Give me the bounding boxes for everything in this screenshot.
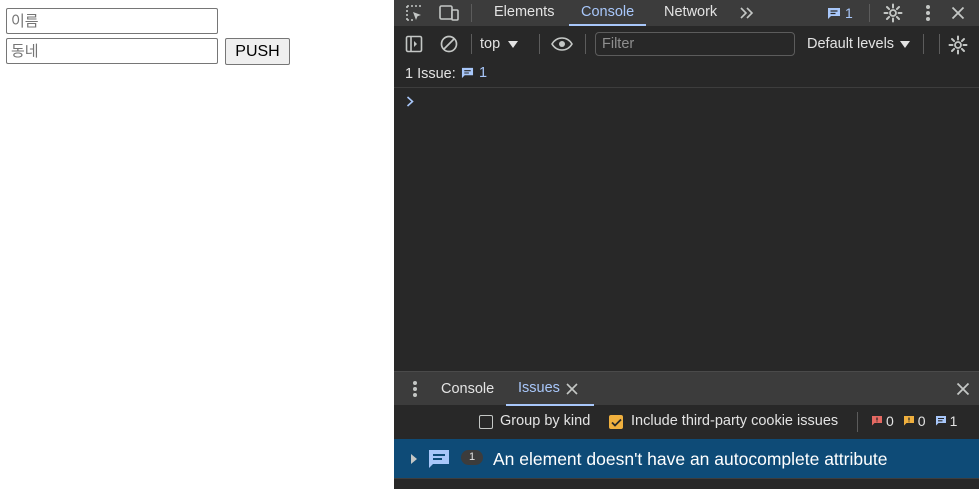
warning-count: 0 [903,413,926,429]
chevron-double-right-icon[interactable] [737,3,757,23]
drawer-tab-issues-label: Issues [518,380,560,396]
toolbar-divider [857,412,858,432]
eye-icon[interactable] [550,34,574,54]
caret-down-icon [508,40,519,48]
name-input[interactable] [6,8,218,34]
caret-down-icon [900,40,911,48]
devtools-panel: Elements Console Network 1 top Filter De… [394,0,979,489]
group-by-kind-checkbox[interactable] [479,415,493,429]
toolbar-divider [869,4,870,22]
context-label: top [480,36,501,52]
drawer-tab-issues[interactable]: Issues [506,372,594,406]
message-icon [828,7,840,19]
console-issues-bar[interactable]: 1 Issue: 1 [394,62,979,88]
drawer-more-vert-icon[interactable] [405,380,425,398]
toolbar-divider [471,4,472,22]
warning-badge-icon [903,416,914,426]
log-levels-label: Default levels [807,36,895,52]
issues-badge[interactable]: 1 [827,4,853,22]
issue-title: An element doesn't have an autocomplete … [493,449,888,469]
info-count-value: 1 [949,413,958,429]
log-levels-select[interactable]: Default levels [807,28,911,60]
inspect-element-icon[interactable] [403,2,425,24]
third-party-cookie-label[interactable]: Include third-party cookie issues [631,413,838,429]
toolbar-divider [923,34,924,54]
town-input[interactable] [6,38,218,64]
close-drawer-icon[interactable] [954,380,972,398]
expand-triangle-icon[interactable] [409,453,419,465]
toolbar-divider [539,34,540,54]
clear-console-icon[interactable] [439,34,459,54]
message-icon [427,447,451,471]
tab-elements[interactable]: Elements [482,0,566,26]
checkmark-icon [610,418,622,427]
close-icon[interactable] [948,3,968,23]
issues-badge-count: 1 [845,5,853,21]
web-page: PUSH [0,0,394,489]
device-toolbar-icon[interactable] [437,2,461,24]
push-button[interactable]: PUSH [225,38,290,65]
issues-bar-count-value: 1 [479,65,488,81]
group-by-kind-label[interactable]: Group by kind [500,413,590,429]
issue-occurrence-count: 1 [461,450,483,465]
console-settings-gear-icon[interactable] [947,34,969,56]
context-select[interactable]: top [480,28,519,60]
issue-counts: 0 0 1 [871,413,962,429]
issues-bar-count[interactable]: 1 [461,65,487,81]
toolbar-divider [939,34,940,54]
sidebar-toggle-icon[interactable] [404,34,424,54]
tab-network[interactable]: Network [652,0,729,26]
error-count: 0 [871,413,894,429]
info-badge-icon [935,416,946,426]
error-badge-icon [872,416,882,426]
devtools-main-tabbar: Elements Console Network 1 [394,0,979,26]
message-icon [461,67,474,79]
error-count-value: 0 [886,413,894,429]
drawer-tab-console[interactable]: Console [429,372,506,406]
info-count: 1 [935,413,958,429]
warning-count-value: 0 [917,413,926,429]
filter-input[interactable] [595,32,795,56]
tab-console[interactable]: Console [569,0,647,26]
gear-icon[interactable] [882,2,904,24]
issues-bar-label: 1 Issue: [405,66,456,82]
more-vert-icon[interactable] [918,2,938,24]
console-prompt-chevron-icon[interactable] [406,94,414,111]
close-tab-icon[interactable] [565,382,579,396]
toolbar-divider [585,34,586,54]
third-party-cookie-checkbox[interactable] [609,415,623,429]
toolbar-divider [471,34,472,54]
drawer-tabbar: Console Issues [394,371,979,406]
issue-row[interactable]: 1 An element doesn't have an autocomplet… [394,439,979,479]
